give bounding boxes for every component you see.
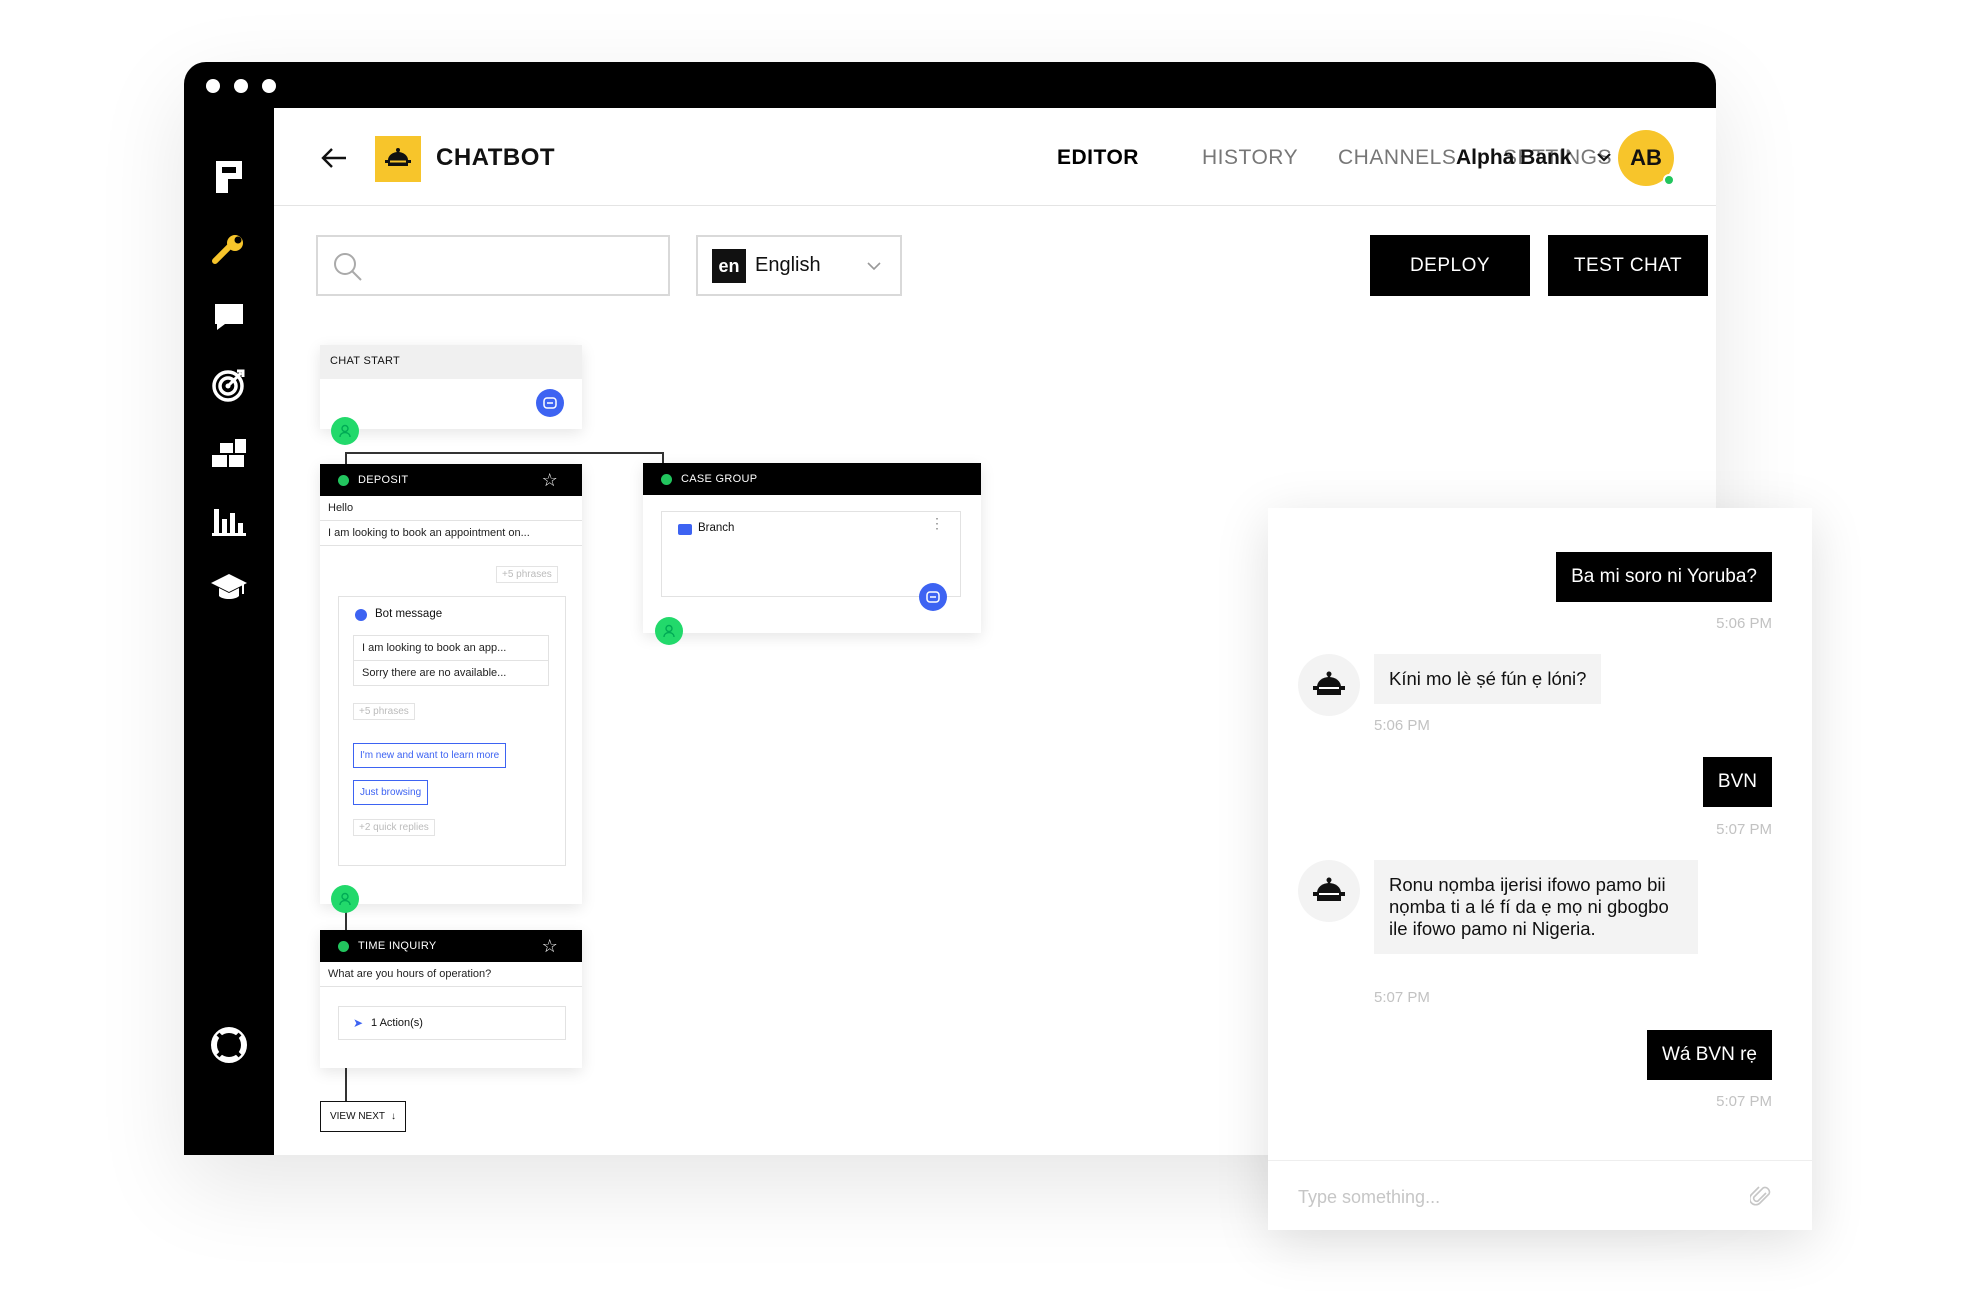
node-title: TIME INQUIRY (358, 940, 437, 952)
page-title: CHATBOT (436, 144, 556, 171)
node-title: CHAT START (320, 345, 582, 379)
connector-line (345, 910, 347, 930)
tab-channels[interactable]: CHANNELS (1338, 146, 1456, 170)
search-icon (332, 251, 364, 288)
message-time: 5:07 PM (1716, 1093, 1772, 1110)
case-group-node[interactable]: CASE GROUP Branch ⋮ (643, 463, 981, 633)
message-time: 5:07 PM (1374, 989, 1430, 1006)
connector-line (345, 1067, 347, 1101)
status-dot (338, 941, 349, 952)
node-header: DEPOSIT ☆ (320, 464, 582, 496)
phrase-item[interactable]: Hello (320, 496, 582, 521)
status-dot (661, 474, 672, 485)
chat-bubble-icon[interactable] (208, 296, 250, 338)
bot-message-icon (355, 609, 367, 621)
actions-count: 1 Action(s) (371, 1017, 423, 1029)
paperclip-icon[interactable] (1749, 1185, 1772, 1214)
time-inquiry-node[interactable]: TIME INQUIRY ☆ What are you hours of ope… (320, 930, 582, 1068)
blocks-icon[interactable] (208, 432, 250, 474)
bot-message-title: Bot message (375, 608, 443, 620)
view-next-label: VIEW NEXT (329, 1111, 385, 1122)
window-titlebar (184, 62, 1716, 108)
actions-block[interactable]: ➤ 1 Action(s) (338, 1006, 566, 1040)
back-arrow-icon[interactable] (320, 144, 348, 172)
scene: CHATBOT EDITOR HISTORY CHANNELS SETTINGS… (0, 0, 1980, 1300)
user-node-icon[interactable] (655, 617, 683, 645)
deposit-node[interactable]: DEPOSIT ☆ Hello I am looking to book an … (320, 464, 582, 904)
graduation-cap-icon[interactable] (208, 566, 250, 608)
redirect-icon[interactable] (536, 389, 564, 417)
test-chat-panel: Ba mi soro ni Yoruba? 5:06 PM Kíni mo lè… (1268, 508, 1812, 1230)
case-item[interactable]: Branch ⋮ (661, 511, 961, 597)
wrench-icon[interactable] (208, 228, 250, 270)
star-icon[interactable]: ☆ (542, 937, 558, 955)
message-time: 5:06 PM (1374, 717, 1430, 734)
briefcase-icon (678, 524, 692, 535)
window-dot-minimize[interactable] (234, 79, 248, 93)
window-dot-close[interactable] (206, 79, 220, 93)
bot-message: Ronu nọmba ijerisi ifowo pamo bii nọmba … (1374, 860, 1698, 954)
phrase-item[interactable]: I am looking to book an appointment on..… (320, 521, 582, 546)
top-header: CHATBOT EDITOR HISTORY CHANNELS SETTINGS… (274, 108, 1716, 206)
user-message: BVN (1702, 757, 1772, 807)
quick-reply-button[interactable]: Just browsing (353, 780, 429, 805)
logo-icon[interactable] (208, 156, 250, 198)
chevron-down-icon[interactable] (1596, 150, 1612, 168)
bar-chart-icon[interactable] (208, 500, 250, 542)
chat-start-node[interactable]: CHAT START (320, 345, 582, 429)
sidebar (184, 108, 274, 1155)
deploy-button[interactable]: DEPLOY (1370, 235, 1530, 296)
case-item-label: Branch (698, 522, 735, 534)
phrase-item[interactable]: What are you hours of operation? (320, 962, 582, 987)
language-select[interactable]: en English (696, 235, 902, 296)
window-dot-maximize[interactable] (262, 79, 276, 93)
search-input[interactable] (316, 235, 670, 296)
node-header: CASE GROUP (643, 463, 981, 495)
node-header: TIME INQUIRY ☆ (320, 930, 582, 962)
bot-avatar-icon (1298, 860, 1360, 922)
bot-message-line[interactable]: Sorry there are no available... (354, 661, 548, 685)
user-node-icon[interactable] (331, 885, 359, 913)
message-time: 5:07 PM (1716, 821, 1772, 838)
lifebuoy-icon[interactable] (208, 1024, 250, 1066)
tab-history[interactable]: HISTORY (1202, 146, 1298, 170)
bot-message-line[interactable]: I am looking to book an app... (354, 636, 548, 661)
chat-input-placeholder: Type something... (1298, 1187, 1441, 1207)
user-message: Ba mi soro ni Yoruba? (1556, 552, 1772, 602)
status-dot (338, 475, 349, 486)
star-icon[interactable]: ☆ (542, 471, 558, 489)
organization-selector[interactable]: Alpha Bank (1456, 146, 1572, 170)
chatbot-badge (375, 136, 421, 182)
tab-editor[interactable]: EDITOR (1057, 146, 1139, 170)
more-phrases-tag[interactable]: +5 phrases (496, 566, 558, 583)
view-next-button[interactable]: VIEW NEXT ↓ (320, 1101, 406, 1132)
more-quick-replies-tag[interactable]: +2 quick replies (353, 819, 435, 836)
more-options-icon[interactable]: ⋮ (930, 516, 944, 530)
test-chat-button[interactable]: TEST CHAT (1548, 235, 1708, 296)
node-title: DEPOSIT (358, 474, 409, 486)
arrow-down-icon: ↓ (391, 1111, 396, 1122)
more-phrases-tag[interactable]: +5 phrases (353, 703, 415, 720)
redirect-icon[interactable] (919, 583, 947, 611)
send-icon: ➤ (353, 1016, 364, 1030)
message-time: 5:06 PM (1716, 615, 1772, 632)
chevron-down-icon (866, 259, 882, 277)
robot-icon (385, 148, 411, 166)
quick-reply-button[interactable]: I'm new and want to learn more (353, 743, 507, 768)
node-title: CASE GROUP (681, 473, 758, 485)
bot-avatar-icon (1298, 654, 1360, 716)
bot-message: Kíni mo lè ṣé fún ẹ lóni? (1374, 654, 1602, 704)
language-code-badge: en (712, 249, 746, 283)
language-name: English (755, 254, 821, 276)
target-icon[interactable] (208, 364, 250, 406)
user-message: Wá BVN rẹ (1646, 1030, 1772, 1080)
online-status-indicator (1663, 174, 1675, 186)
connector-line (345, 452, 663, 454)
chat-input[interactable]: Type something... (1268, 1160, 1812, 1230)
user-node-icon[interactable] (331, 417, 359, 445)
bot-message-block[interactable]: Bot message I am looking to book an app.… (338, 596, 566, 866)
